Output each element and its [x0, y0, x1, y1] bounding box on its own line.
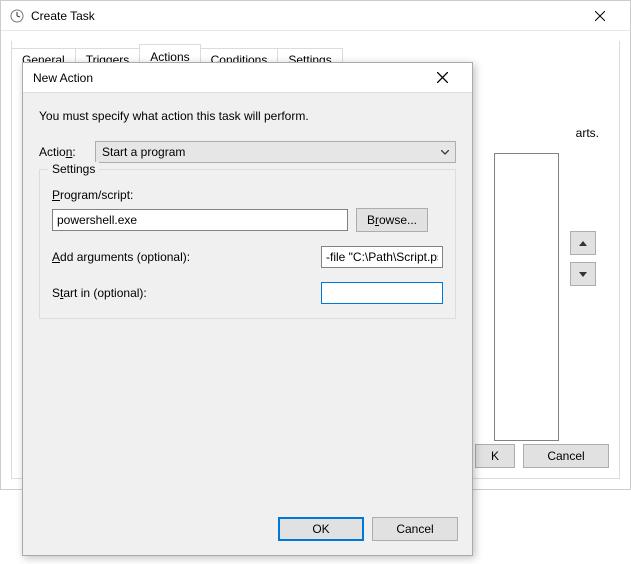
new-action-close-button[interactable] [422, 67, 462, 89]
arguments-input[interactable] [321, 246, 443, 268]
new-action-body: You must specify what action this task w… [23, 93, 472, 319]
action-dropdown-value: Start a program [102, 145, 185, 159]
create-task-title: Create Task [31, 9, 577, 23]
new-action-cancel-button[interactable]: Cancel [372, 517, 458, 541]
action-dropdown[interactable]: Start a program [95, 141, 456, 163]
chevron-down-icon [441, 150, 449, 155]
create-task-titlebar: Create Task [1, 1, 630, 31]
create-task-cancel-button[interactable]: Cancel [523, 444, 609, 468]
create-task-button-row: K Cancel [475, 444, 609, 468]
close-icon [437, 72, 448, 83]
settings-group: Settings Program/script: Browse... Add a… [39, 169, 456, 319]
arguments-label: Add arguments (optional): [52, 250, 190, 264]
program-input[interactable] [52, 209, 348, 231]
program-label: Program/script: [52, 188, 443, 202]
create-task-ok-button[interactable]: K [475, 444, 515, 468]
browse-button[interactable]: Browse... [356, 208, 428, 232]
program-row: Browse... [52, 208, 443, 232]
create-task-close-button[interactable] [577, 6, 622, 26]
actions-listbox[interactable] [494, 153, 559, 441]
triangle-up-icon [579, 241, 587, 246]
move-buttons [570, 231, 596, 286]
startin-label: Start in (optional): [52, 286, 147, 300]
close-icon [595, 11, 605, 21]
settings-legend: Settings [48, 162, 99, 176]
startin-input[interactable] [321, 282, 443, 304]
new-action-ok-button[interactable]: OK [278, 517, 364, 541]
triangle-down-icon [579, 272, 587, 277]
new-action-buttons: OK Cancel [278, 517, 458, 541]
move-up-button[interactable] [570, 231, 596, 255]
action-row: Action: Start a program [39, 141, 456, 163]
arguments-row: Add arguments (optional): [52, 246, 443, 268]
new-action-titlebar: New Action [23, 63, 472, 93]
actions-hint-text: arts. [576, 126, 599, 140]
new-action-title: New Action [33, 71, 422, 85]
action-label: Action: [39, 145, 85, 159]
task-scheduler-icon [9, 8, 25, 24]
move-down-button[interactable] [570, 262, 596, 286]
startin-row: Start in (optional): [52, 282, 443, 304]
new-action-dialog: New Action You must specify what action … [22, 62, 473, 556]
new-action-instruction: You must specify what action this task w… [39, 109, 456, 123]
